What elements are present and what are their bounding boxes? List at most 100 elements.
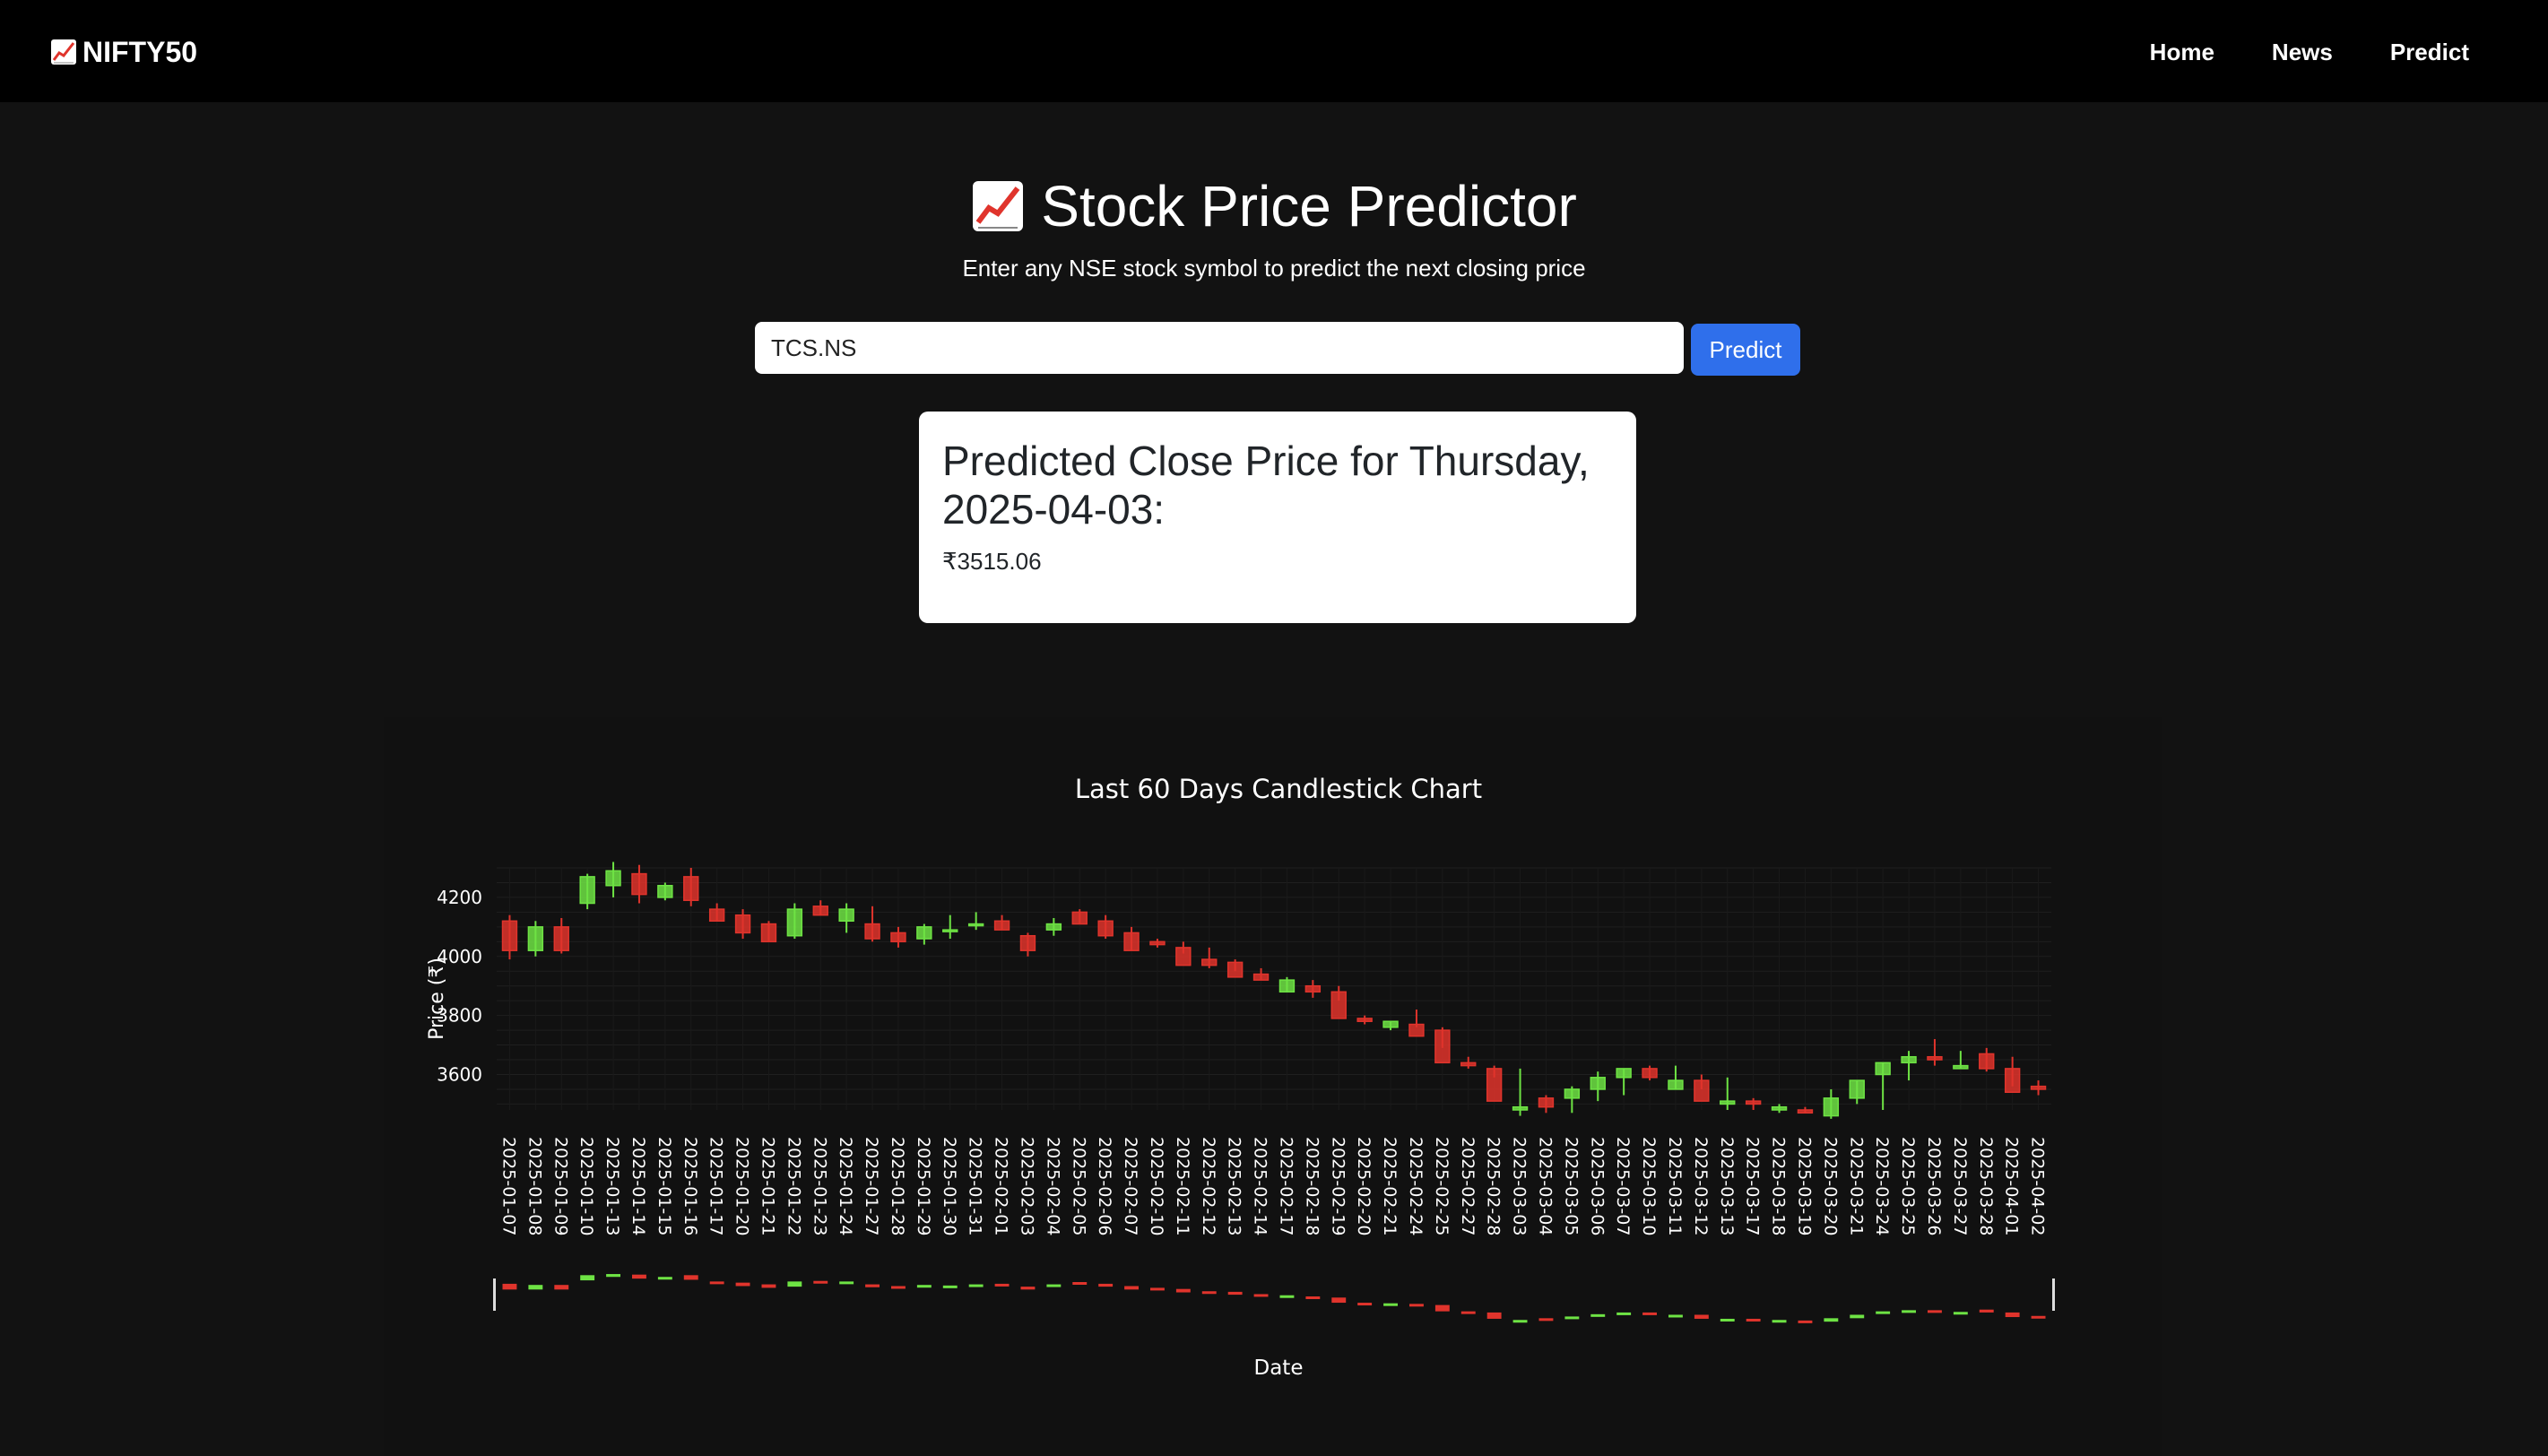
candle[interactable] bbox=[1875, 1062, 1891, 1110]
x-tick-label: 2025-03-27 bbox=[1950, 1137, 1970, 1235]
x-axis-label: Date bbox=[1254, 1356, 1304, 1380]
nav-predict-link[interactable]: Predict bbox=[2390, 39, 2469, 66]
candle[interactable] bbox=[1564, 1086, 1581, 1114]
candle[interactable] bbox=[1252, 967, 1270, 981]
slider-candle bbox=[1642, 1312, 1657, 1315]
brand-link[interactable]: NIFTY50 bbox=[50, 32, 197, 72]
slider-candle bbox=[1020, 1287, 1036, 1290]
candle[interactable] bbox=[1486, 1065, 1503, 1102]
x-tick-label: 2025-02-14 bbox=[1251, 1137, 1270, 1235]
candle[interactable] bbox=[1278, 976, 1296, 993]
candle[interactable] bbox=[1745, 1097, 1762, 1110]
candle[interactable] bbox=[1123, 926, 1140, 951]
candle[interactable] bbox=[683, 868, 699, 906]
candle[interactable] bbox=[501, 914, 518, 960]
candle[interactable] bbox=[812, 900, 828, 916]
candle[interactable] bbox=[2004, 1056, 2021, 1093]
candle[interactable] bbox=[1771, 1104, 1788, 1114]
slider-candle bbox=[1668, 1314, 1683, 1318]
candle[interactable] bbox=[1512, 1068, 1529, 1116]
candle[interactable] bbox=[708, 903, 725, 923]
candle[interactable] bbox=[579, 873, 595, 910]
candle[interactable] bbox=[1616, 1068, 1632, 1096]
candle[interactable] bbox=[1382, 1020, 1399, 1031]
candlestick-chart[interactable]: Last 60 Days Candlestick Chart 360038004… bbox=[384, 717, 2162, 1456]
candle[interactable] bbox=[786, 903, 803, 940]
candle[interactable] bbox=[1045, 917, 1062, 936]
predict-button[interactable]: Predict bbox=[1691, 324, 1800, 376]
nav-news-link[interactable]: News bbox=[2272, 39, 2333, 66]
x-tick-label: 2025-03-13 bbox=[1717, 1137, 1737, 1235]
candle-body bbox=[1226, 961, 1244, 978]
candle[interactable] bbox=[864, 906, 880, 942]
candle[interactable] bbox=[1304, 980, 1322, 998]
candle-body bbox=[967, 923, 984, 927]
candle[interactable] bbox=[1460, 1056, 1477, 1069]
slider-candle bbox=[1720, 1318, 1735, 1322]
candle-body bbox=[1901, 1055, 1917, 1064]
x-tick-label: 2025-03-03 bbox=[1510, 1137, 1530, 1235]
x-tick-label: 2025-02-04 bbox=[1043, 1137, 1062, 1235]
candle[interactable] bbox=[1356, 1015, 1373, 1025]
candle[interactable] bbox=[527, 921, 544, 957]
candle[interactable] bbox=[760, 921, 777, 943]
stock-symbol-input[interactable] bbox=[755, 322, 1684, 374]
candle[interactable] bbox=[1590, 1071, 1606, 1102]
range-slider-right-handle[interactable] bbox=[2052, 1278, 2055, 1311]
x-tick-label: 2025-02-17 bbox=[1276, 1137, 1296, 1235]
candle-body bbox=[553, 926, 569, 951]
candle[interactable] bbox=[1226, 959, 1244, 978]
x-tick-label: 2025-02-13 bbox=[1225, 1137, 1244, 1235]
range-slider-left-handle[interactable] bbox=[493, 1278, 496, 1311]
candle[interactable] bbox=[838, 903, 854, 933]
candle-body bbox=[1149, 940, 1166, 946]
candle[interactable] bbox=[1694, 1074, 1710, 1102]
candle[interactable] bbox=[553, 917, 569, 954]
candle[interactable] bbox=[1538, 1095, 1555, 1114]
candle-body bbox=[1538, 1097, 1555, 1108]
x-tick-label: 2025-02-19 bbox=[1328, 1137, 1348, 1235]
candle[interactable] bbox=[1797, 1106, 1814, 1114]
chart-grid bbox=[497, 867, 2051, 1110]
candle[interactable] bbox=[734, 909, 751, 940]
candle[interactable] bbox=[1979, 1047, 1995, 1072]
x-tick-label: 2025-02-27 bbox=[1458, 1137, 1478, 1235]
candle[interactable] bbox=[1330, 985, 1347, 1019]
candle[interactable] bbox=[1149, 939, 1166, 948]
slider-candle bbox=[1227, 1291, 1243, 1296]
candle[interactable] bbox=[890, 926, 906, 948]
candle[interactable] bbox=[1201, 947, 1218, 968]
x-tick-label: 2025-02-05 bbox=[1069, 1137, 1088, 1235]
slider-candle bbox=[1331, 1297, 1347, 1304]
candle[interactable] bbox=[1408, 1010, 1425, 1037]
candle[interactable] bbox=[1927, 1038, 1943, 1066]
candle[interactable] bbox=[1097, 914, 1114, 940]
candle[interactable] bbox=[1901, 1051, 1917, 1081]
candle[interactable] bbox=[2030, 1080, 2047, 1096]
candle[interactable] bbox=[1434, 1027, 1451, 1064]
candle[interactable] bbox=[1849, 1079, 1865, 1105]
candle[interactable] bbox=[1019, 932, 1036, 957]
candle[interactable] bbox=[1720, 1077, 1736, 1110]
slider-candle bbox=[1616, 1312, 1632, 1315]
x-tick-label: 2025-01-29 bbox=[914, 1137, 933, 1235]
candle[interactable] bbox=[1642, 1065, 1658, 1081]
candle-body bbox=[760, 923, 777, 943]
candle[interactable] bbox=[1668, 1065, 1684, 1090]
slider-candle bbox=[1383, 1303, 1398, 1306]
slider-candle bbox=[554, 1285, 569, 1290]
nav-home-link[interactable]: Home bbox=[2150, 39, 2214, 66]
range-slider[interactable] bbox=[493, 1274, 2055, 1323]
candle[interactable] bbox=[657, 882, 673, 901]
slider-candle bbox=[735, 1282, 750, 1287]
candle[interactable] bbox=[1175, 941, 1192, 966]
candle[interactable] bbox=[1071, 909, 1088, 925]
x-tick-label: 2025-02-07 bbox=[1121, 1137, 1140, 1235]
x-tick-label: 2025-01-31 bbox=[966, 1137, 985, 1235]
candle-body bbox=[1979, 1053, 1995, 1070]
candle[interactable] bbox=[605, 862, 621, 897]
chart-increasing-icon bbox=[51, 39, 76, 65]
candle[interactable] bbox=[993, 914, 1010, 931]
candle[interactable] bbox=[1823, 1088, 1840, 1119]
candle-body bbox=[579, 876, 595, 905]
